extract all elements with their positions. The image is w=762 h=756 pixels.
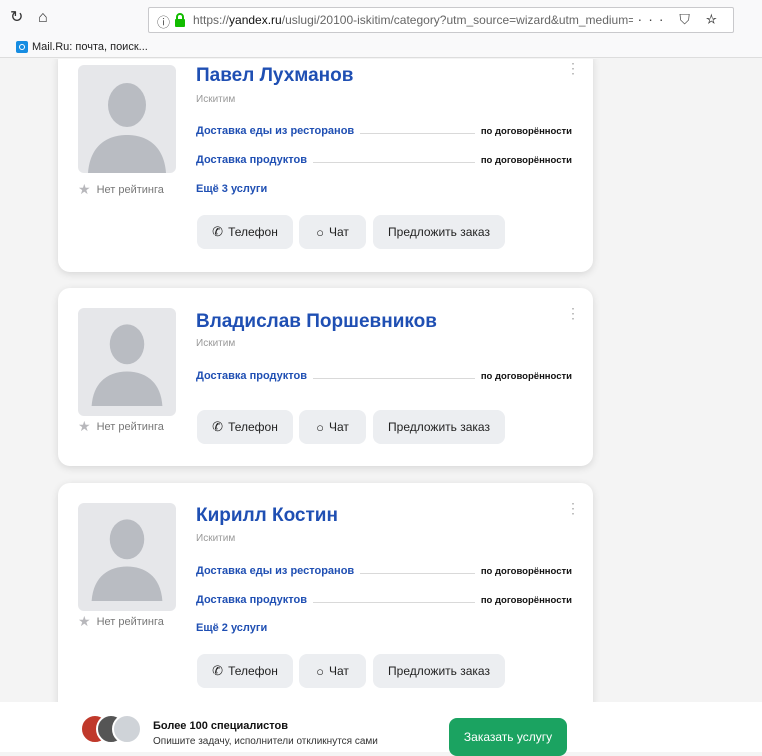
person-icon (88, 83, 166, 173)
info-icon[interactable]: ⓘ (157, 12, 170, 31)
specialist-card: ★ Нет рейтинга Владислав Поршевников Иск… (58, 288, 593, 466)
lock-icon (175, 13, 185, 27)
offer-order-button[interactable]: Предложить заказ (373, 654, 505, 688)
bottom-subtitle: Опишите задачу, исполнители откликнутся … (153, 736, 378, 747)
page-actions-icon[interactable]: ··· ⛉ ☆ (638, 11, 723, 28)
avatar[interactable] (78, 503, 176, 611)
address-bar[interactable]: ⓘ https://yandex.ru/uslugi/20100-iskitim… (148, 7, 734, 33)
offer-order-button[interactable]: Предложить заказ (373, 215, 505, 249)
service-row: Доставка продуктов по договорённости (196, 594, 572, 606)
chat-button[interactable]: ○ Чат (299, 410, 366, 444)
rating: ★ Нет рейтинга (78, 181, 164, 197)
url-text: https://yandex.ru/uslugi/20100-iskitim/c… (193, 13, 633, 27)
phone-icon: ✆ (212, 224, 224, 239)
specialist-city: Искитим (196, 338, 236, 349)
bookmark-mailru[interactable]: Mail.Ru: почта, поиск... (16, 41, 148, 53)
specialist-name[interactable]: Владислав Поршевников (196, 311, 437, 333)
more-options-icon[interactable]: ⋮ (566, 501, 580, 515)
browser-toolbar: ↻ ⌂ ⓘ https://yandex.ru/uslugi/20100-isk… (0, 0, 762, 38)
person-icon (91, 519, 163, 601)
service-row: Доставка продуктов по договорённости (196, 154, 572, 166)
chat-icon: ○ (316, 419, 324, 435)
specialist-name[interactable]: Павел Лухманов (196, 65, 353, 87)
specialist-card: ★ Нет рейтинга Павел Лухманов Искитим ⋮ … (58, 59, 593, 272)
chat-button[interactable]: ○ Чат (299, 654, 366, 688)
person-icon (91, 324, 163, 406)
more-options-icon[interactable]: ⋮ (566, 61, 580, 75)
phone-icon: ✆ (212, 663, 224, 678)
order-service-button[interactable]: Заказать услугу (449, 718, 567, 756)
phone-button[interactable]: ✆ Телефон (197, 215, 293, 249)
star-icon: ★ (78, 418, 91, 434)
specialist-faces (80, 714, 142, 748)
star-icon: ★ (78, 613, 91, 629)
reload-icon[interactable]: ↻ (10, 8, 23, 28)
bookmarks-bar: Mail.Ru: почта, поиск... (0, 38, 762, 58)
rating: ★ Нет рейтинга (78, 613, 164, 629)
specialist-card: ★ Нет рейтинга Кирилл Костин Искитим ⋮ Д… (58, 483, 593, 702)
service-row: Доставка еды из ресторанов по договорённо… (196, 125, 572, 137)
more-services-link[interactable]: Ещё 3 услуги (196, 183, 267, 195)
avatar (112, 714, 142, 744)
chat-icon: ○ (316, 663, 324, 679)
star-icon: ★ (78, 181, 91, 197)
phone-icon: ✆ (212, 419, 224, 434)
offer-order-button[interactable]: Предложить заказ (373, 410, 505, 444)
bottom-title: Более 100 специалистов (153, 720, 289, 732)
mailru-icon (16, 41, 28, 53)
more-services-link[interactable]: Ещё 2 услуги (196, 622, 267, 634)
avatar[interactable] (78, 65, 176, 173)
more-options-icon[interactable]: ⋮ (566, 306, 580, 320)
phone-button[interactable]: ✆ Телефон (197, 654, 293, 688)
home-icon[interactable]: ⌂ (38, 8, 48, 28)
chat-button[interactable]: ○ Чат (299, 215, 366, 249)
specialist-name[interactable]: Кирилл Костин (196, 505, 338, 527)
specialist-city: Искитим (196, 94, 236, 105)
phone-button[interactable]: ✆ Телефон (197, 410, 293, 444)
avatar[interactable] (78, 308, 176, 416)
service-row: Доставка продуктов по договорённости (196, 370, 572, 382)
bottom-cta-bar: Более 100 специалистов Опишите задачу, и… (0, 702, 762, 756)
chat-icon: ○ (316, 224, 324, 240)
results-list: ★ Нет рейтинга Павел Лухманов Искитим ⋮ … (0, 59, 762, 702)
rating: ★ Нет рейтинга (78, 418, 164, 434)
specialist-city: Искитим (196, 533, 236, 544)
service-row: Доставка еды из ресторанов по договорённо… (196, 565, 572, 577)
